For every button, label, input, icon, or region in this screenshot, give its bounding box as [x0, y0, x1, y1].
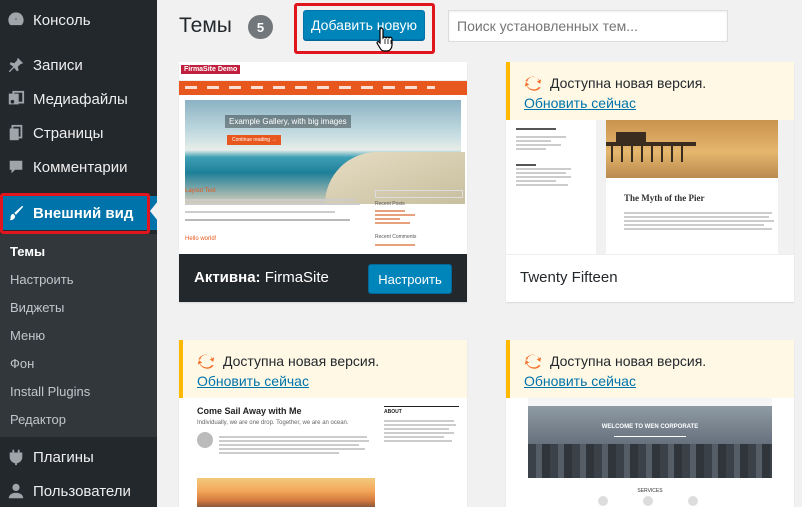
- update-notice: Доступна новая версия. Обновить сейчас: [179, 340, 467, 398]
- menu-item-posts[interactable]: Записи: [0, 48, 157, 82]
- theme-count-badge: 5: [248, 15, 273, 39]
- menu-item-users[interactable]: Пользователи: [0, 474, 157, 507]
- page-title: Темы: [179, 14, 232, 37]
- mini-hero-image: Example Gallery, with big images Continu…: [185, 100, 465, 204]
- update-icon: [524, 76, 542, 91]
- update-notice-text: Доступна новая версия.: [550, 353, 707, 369]
- mini-site-title: FirmaSite Demo: [181, 65, 241, 74]
- submenu-item-themes[interactable]: Темы: [10, 244, 45, 259]
- dashboard-icon: [6, 10, 26, 30]
- mini-post-title: The Myth of the Pier: [624, 193, 705, 203]
- pages-icon: [6, 123, 26, 143]
- theme-screenshot: WELCOME TO WEN CORPORATE SERVICES: [506, 398, 794, 507]
- mini-intro: Individually, we are one drop. Together,…: [197, 420, 349, 426]
- submenu-item-background[interactable]: Фон: [10, 356, 34, 371]
- customize-button[interactable]: Настроить: [368, 264, 452, 294]
- mini-hero-button: Continue reading →: [227, 135, 282, 145]
- pin-icon: [6, 55, 26, 75]
- theme-card-footer: Twenty Fifteen: [506, 254, 794, 302]
- theme-search-input[interactable]: [448, 10, 728, 42]
- theme-card-4[interactable]: Доступна новая версия. Обновить сейчас W…: [506, 340, 794, 507]
- theme-card-twenty-fifteen[interactable]: The Myth of the Pier Доступна новая верс…: [506, 62, 794, 302]
- update-notice-text: Доступна новая версия.: [550, 75, 707, 91]
- update-now-link[interactable]: Обновить сейчас: [197, 373, 309, 389]
- user-icon: [6, 481, 26, 501]
- active-theme-name: FirmaSite: [264, 269, 329, 286]
- appearance-submenu: Темы Настроить Виджеты Меню Фон Install …: [0, 234, 157, 437]
- submenu-item-editor[interactable]: Редактор: [10, 412, 66, 427]
- active-theme-label: Активна: FirmaSite: [194, 269, 329, 286]
- mini-post-title: Layout Test: [185, 188, 216, 194]
- submenu-item-customize[interactable]: Настроить: [10, 272, 74, 287]
- menu-item-label: Внешний вид: [33, 204, 134, 222]
- menu-item-plugins[interactable]: Плагины: [0, 440, 157, 474]
- menu-item-comments[interactable]: Комментарии: [0, 150, 157, 184]
- menu-item-label: Страницы: [33, 124, 104, 142]
- update-icon: [197, 354, 215, 369]
- submenu-item-widgets[interactable]: Виджеты: [10, 300, 64, 315]
- menu-item-label: Записи: [33, 56, 83, 74]
- mini-post-title-2: Hello world!: [185, 236, 217, 242]
- submenu-item-install-plugins[interactable]: Install Plugins: [10, 384, 90, 399]
- submenu-item-menus[interactable]: Меню: [10, 328, 45, 343]
- media-icon: [6, 89, 26, 109]
- theme-card-firmasite[interactable]: FirmaSite Demo Example Gallery, with big…: [179, 62, 467, 302]
- menu-item-label: Пользователи: [33, 482, 131, 500]
- theme-screenshot: Come Sail Away with Me Individually, we …: [179, 398, 467, 507]
- add-new-theme-button[interactable]: Добавить новую: [303, 10, 425, 40]
- update-notice-text: Доступна новая версия.: [223, 353, 380, 369]
- comment-icon: [6, 157, 26, 177]
- active-theme-footer: Активна: FirmaSite Настроить: [179, 254, 467, 302]
- plugin-icon: [6, 447, 26, 467]
- brush-icon: [6, 203, 26, 223]
- admin-sidebar: Консоль Записи Медиафайлы Страницы Комме…: [0, 0, 158, 507]
- menu-item-appearance[interactable]: Внешний вид: [0, 196, 157, 230]
- mini-post-title: Come Sail Away with Me: [197, 406, 302, 416]
- menu-item-label: Консоль: [33, 11, 91, 29]
- mini-sidebar-heading-2: Recent Comments: [375, 234, 417, 240]
- theme-card-3[interactable]: Доступна новая версия. Обновить сейчас C…: [179, 340, 467, 507]
- active-prefix: Активна:: [194, 269, 261, 286]
- mini-sidebar-heading: Recent Posts: [375, 201, 405, 207]
- update-icon: [524, 354, 542, 369]
- update-now-link[interactable]: Обновить сейчас: [524, 373, 636, 389]
- theme-name: Twenty Fifteen: [520, 269, 618, 286]
- theme-screenshot: The Myth of the Pier: [506, 120, 794, 254]
- mini-hero-title: WELCOME TO WEN CORPORATE: [601, 424, 699, 430]
- active-menu-arrow: [150, 201, 158, 221]
- menu-item-label: Медиафайлы: [33, 90, 128, 108]
- menu-item-media[interactable]: Медиафайлы: [0, 82, 157, 116]
- sunset-image: [197, 478, 375, 507]
- mini-widget-heading: ABOUT: [384, 409, 402, 415]
- menu-item-pages[interactable]: Страницы: [0, 116, 157, 150]
- update-notice: Доступна новая версия. Обновить сейчас: [506, 62, 794, 120]
- mini-section-heading: SERVICES: [637, 488, 663, 494]
- menu-item-label: Плагины: [33, 448, 94, 466]
- menu-item-dashboard[interactable]: Консоль: [0, 3, 157, 37]
- city-hero-image: WELCOME TO WEN CORPORATE: [528, 406, 772, 478]
- theme-screenshot: FirmaSite Demo Example Gallery, with big…: [179, 62, 467, 254]
- mini-nav-bar: [179, 81, 467, 95]
- menu-item-label: Комментарии: [33, 158, 128, 176]
- update-now-link[interactable]: Обновить сейчас: [524, 95, 636, 111]
- update-notice: Доступна новая версия. Обновить сейчас: [506, 340, 794, 398]
- pier-image: [606, 120, 778, 178]
- hand-cursor-icon: [376, 27, 393, 52]
- mini-hero-text: Example Gallery, with big images: [225, 115, 351, 128]
